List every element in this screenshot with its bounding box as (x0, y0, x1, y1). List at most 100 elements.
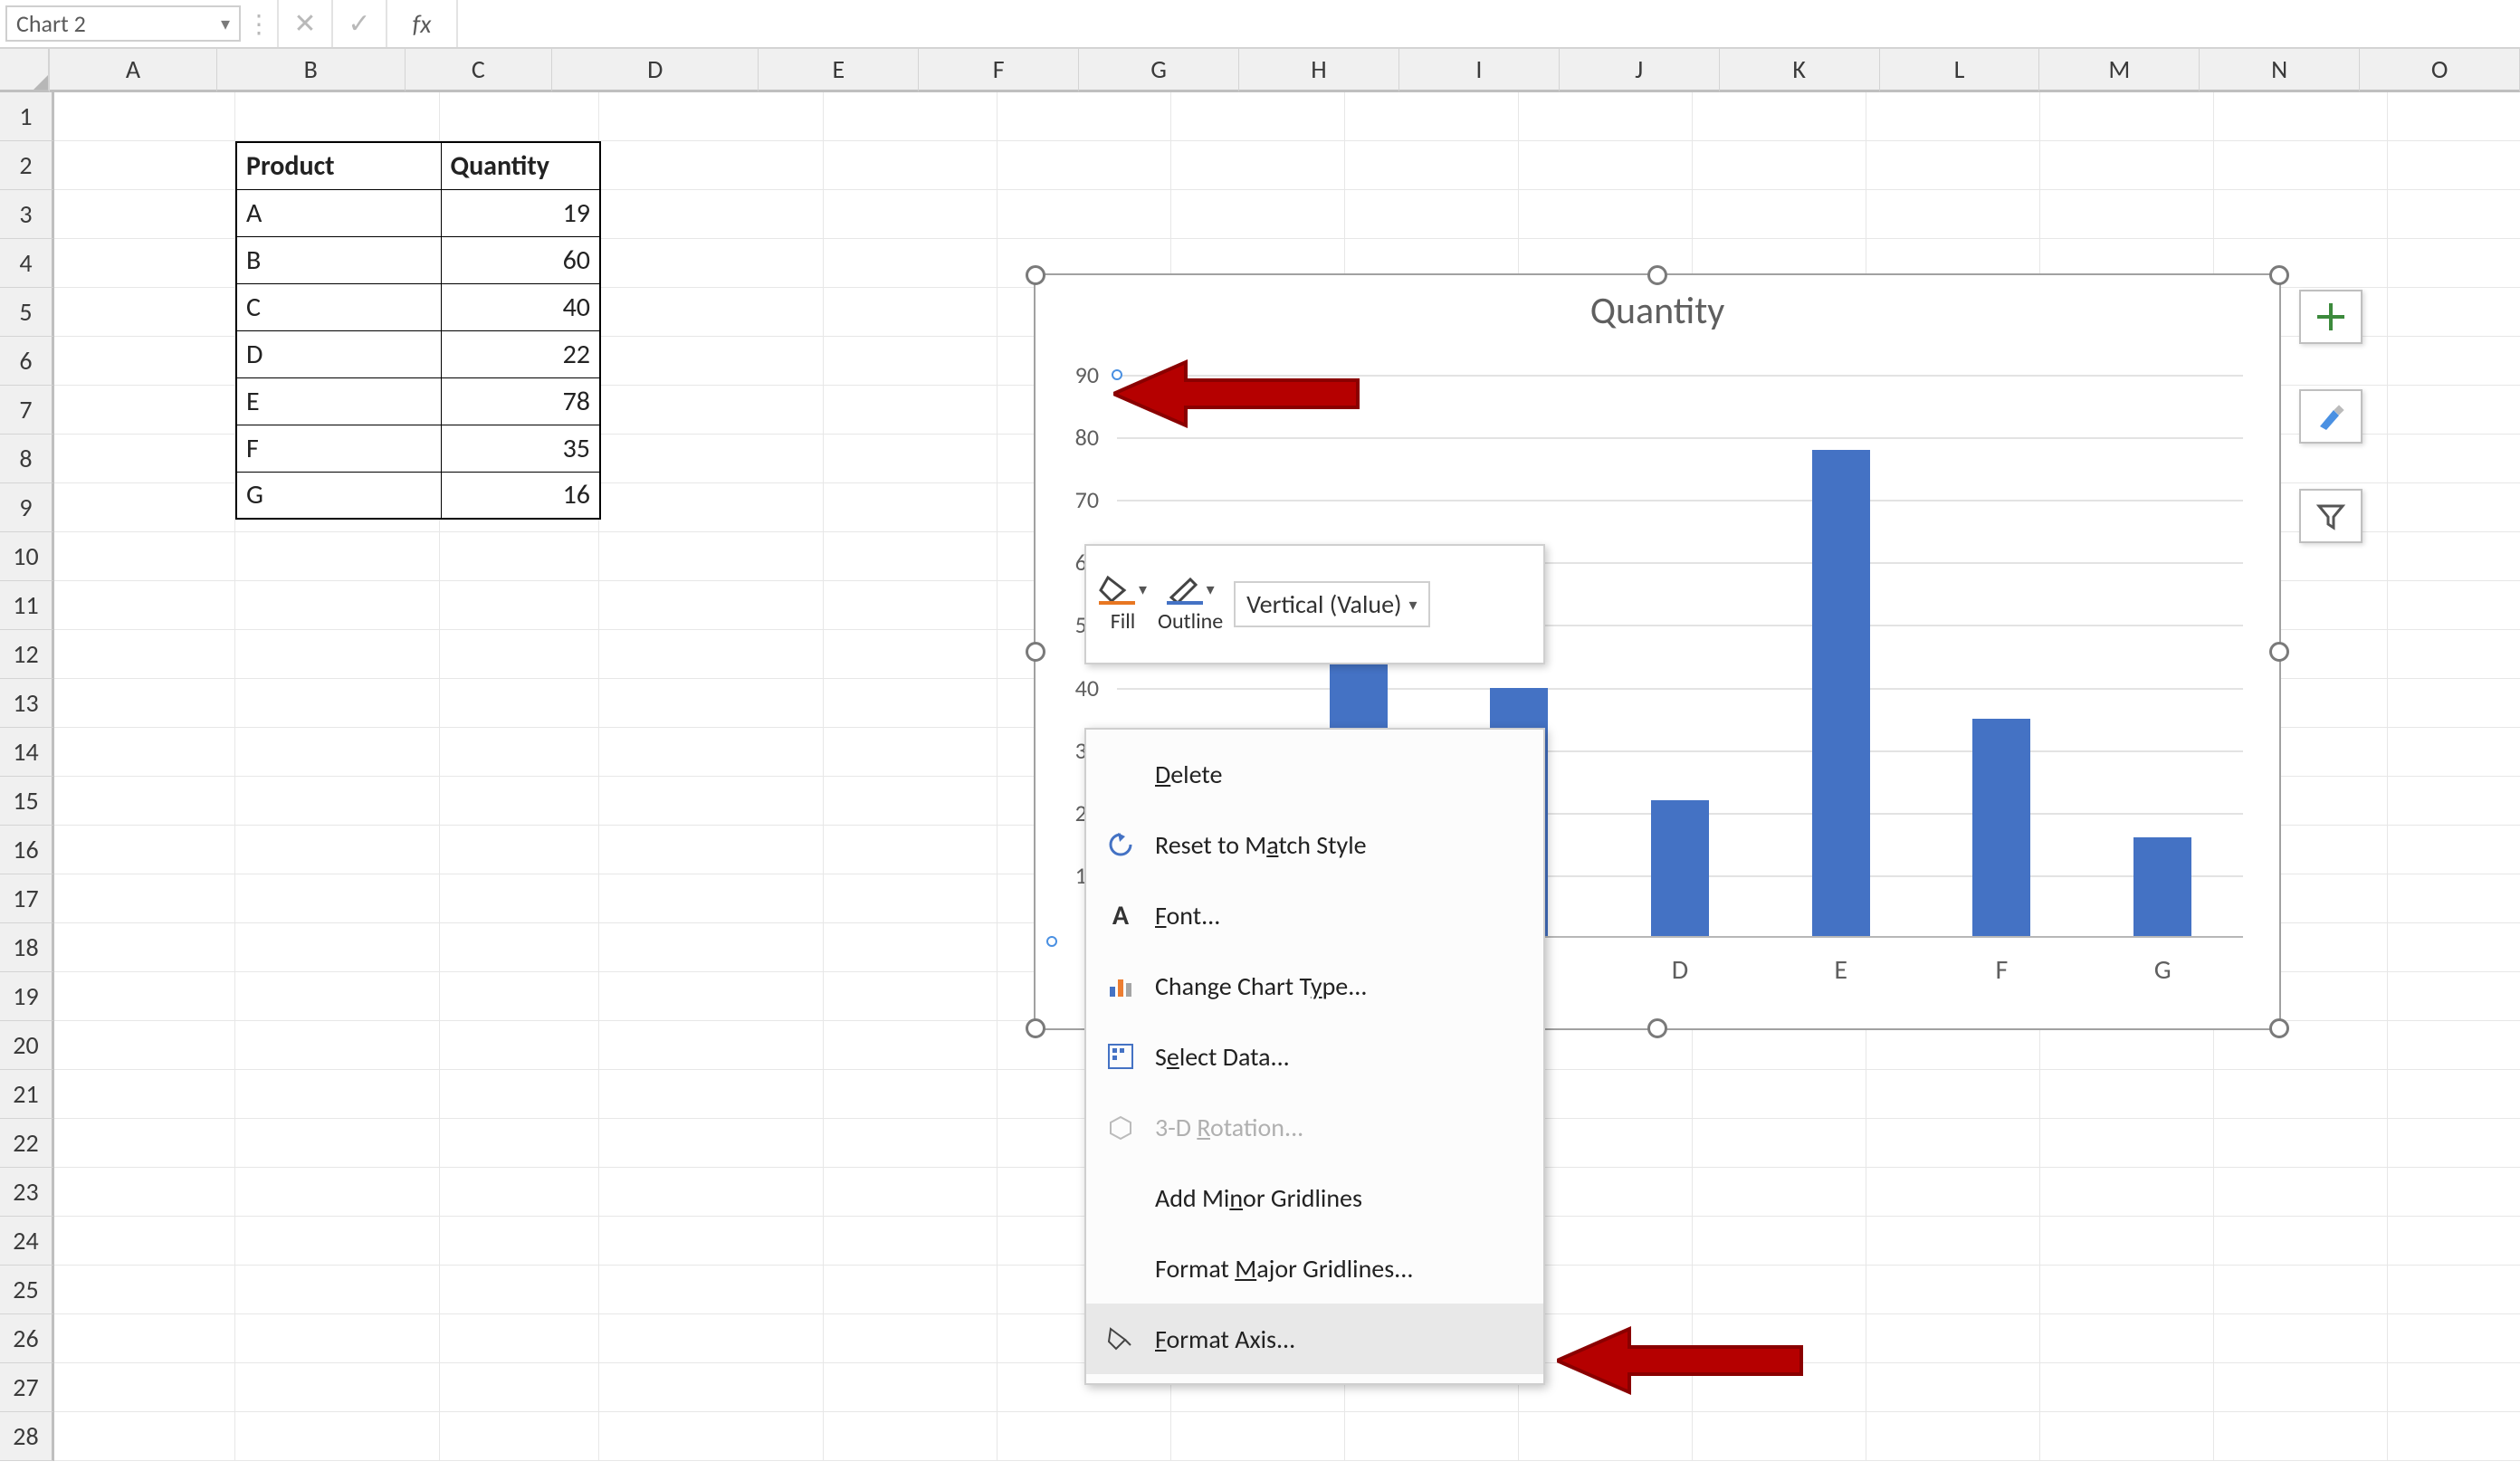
column-header[interactable]: N (2200, 49, 2360, 92)
cell[interactable] (599, 777, 824, 826)
cell[interactable] (599, 288, 824, 337)
cell[interactable] (440, 874, 599, 923)
cell[interactable] (2388, 435, 2520, 483)
cell[interactable] (2388, 532, 2520, 581)
cell[interactable] (54, 483, 235, 532)
cell[interactable] (2388, 679, 2520, 728)
cell[interactable] (1171, 141, 1345, 190)
cell[interactable] (235, 1217, 440, 1266)
cell[interactable] (1171, 190, 1345, 239)
cell[interactable] (2040, 92, 2214, 141)
cell[interactable] (1519, 92, 1693, 141)
cell[interactable] (54, 1070, 235, 1119)
cell[interactable] (54, 777, 235, 826)
column-header[interactable]: J (1560, 49, 1720, 92)
cell[interactable] (824, 1412, 998, 1461)
row-header[interactable]: 10 (0, 532, 54, 581)
cell[interactable] (998, 92, 1171, 141)
cell[interactable] (440, 728, 599, 777)
cell[interactable] (599, 483, 824, 532)
cell[interactable] (1171, 92, 1345, 141)
cell[interactable] (1866, 1412, 2040, 1461)
cell[interactable] (440, 826, 599, 874)
cell[interactable] (1866, 141, 2040, 190)
row-header[interactable]: 22 (0, 1119, 54, 1168)
cell[interactable] (440, 972, 599, 1021)
cell[interactable] (824, 826, 998, 874)
column-header[interactable]: I (1399, 49, 1560, 92)
row-header[interactable]: 12 (0, 630, 54, 679)
cell[interactable] (599, 1119, 824, 1168)
cell[interactable] (54, 630, 235, 679)
cell[interactable] (2388, 1314, 2520, 1363)
bar[interactable] (1972, 719, 2030, 938)
cell[interactable] (824, 1363, 998, 1412)
row-header[interactable]: 3 (0, 190, 54, 239)
cell[interactable] (824, 190, 998, 239)
cell[interactable] (824, 1314, 998, 1363)
cell[interactable] (235, 92, 440, 141)
cell[interactable] (599, 92, 824, 141)
cell[interactable] (1693, 92, 1866, 141)
cell[interactable] (2040, 1412, 2214, 1461)
cell[interactable] (2040, 1168, 2214, 1217)
row-header[interactable]: 2 (0, 141, 54, 190)
context-menu-item[interactable]: Select Data... (1086, 1021, 1543, 1092)
cell[interactable] (54, 1363, 235, 1412)
cell[interactable] (599, 1412, 824, 1461)
cell[interactable] (824, 1070, 998, 1119)
row-header[interactable]: 24 (0, 1217, 54, 1266)
cell[interactable] (54, 1168, 235, 1217)
cell[interactable] (235, 630, 440, 679)
cell[interactable] (824, 1217, 998, 1266)
cell[interactable] (235, 1070, 440, 1119)
cell[interactable] (54, 923, 235, 972)
cell[interactable] (824, 1266, 998, 1314)
cell[interactable] (2388, 386, 2520, 435)
cell[interactable] (1345, 1412, 1519, 1461)
row-header[interactable]: 25 (0, 1266, 54, 1314)
cell[interactable] (599, 1314, 824, 1363)
cell[interactable] (824, 972, 998, 1021)
column-header[interactable]: C (406, 49, 552, 92)
cell[interactable] (2214, 1070, 2388, 1119)
cell[interactable] (1866, 1363, 2040, 1412)
cell[interactable] (599, 874, 824, 923)
cell[interactable] (235, 1314, 440, 1363)
cell[interactable] (824, 679, 998, 728)
cell[interactable] (2040, 1119, 2214, 1168)
cell[interactable] (2388, 728, 2520, 777)
cell[interactable] (824, 92, 998, 141)
cell[interactable] (2388, 141, 2520, 190)
cell[interactable] (998, 190, 1171, 239)
cell[interactable] (1519, 141, 1693, 190)
row-header[interactable]: 18 (0, 923, 54, 972)
cell[interactable] (440, 1412, 599, 1461)
row-header[interactable]: 23 (0, 1168, 54, 1217)
cell[interactable] (2388, 826, 2520, 874)
bar[interactable] (2133, 837, 2191, 938)
cell[interactable] (2040, 1070, 2214, 1119)
cell[interactable] (824, 1119, 998, 1168)
column-header[interactable]: H (1239, 49, 1399, 92)
cell[interactable] (824, 532, 998, 581)
chart-elements-button[interactable] (2299, 290, 2362, 344)
cell[interactable] (2388, 1266, 2520, 1314)
cell[interactable] (599, 728, 824, 777)
context-menu-item[interactable]: Format Major Gridlines... (1086, 1233, 1543, 1304)
context-menu-item[interactable]: Format Axis... (1086, 1304, 1543, 1374)
cell[interactable] (1866, 1217, 2040, 1266)
cell[interactable] (824, 337, 998, 386)
cell[interactable] (2214, 1363, 2388, 1412)
cell[interactable] (1345, 92, 1519, 141)
cell[interactable] (1693, 1412, 1866, 1461)
cell[interactable] (2214, 1412, 2388, 1461)
cell[interactable] (599, 826, 824, 874)
chart-filter-button[interactable] (2299, 489, 2362, 543)
cell[interactable] (235, 1021, 440, 1070)
cell[interactable] (54, 386, 235, 435)
cell[interactable] (599, 386, 824, 435)
cell[interactable] (2388, 1217, 2520, 1266)
cell[interactable] (54, 435, 235, 483)
cell[interactable] (1866, 1314, 2040, 1363)
